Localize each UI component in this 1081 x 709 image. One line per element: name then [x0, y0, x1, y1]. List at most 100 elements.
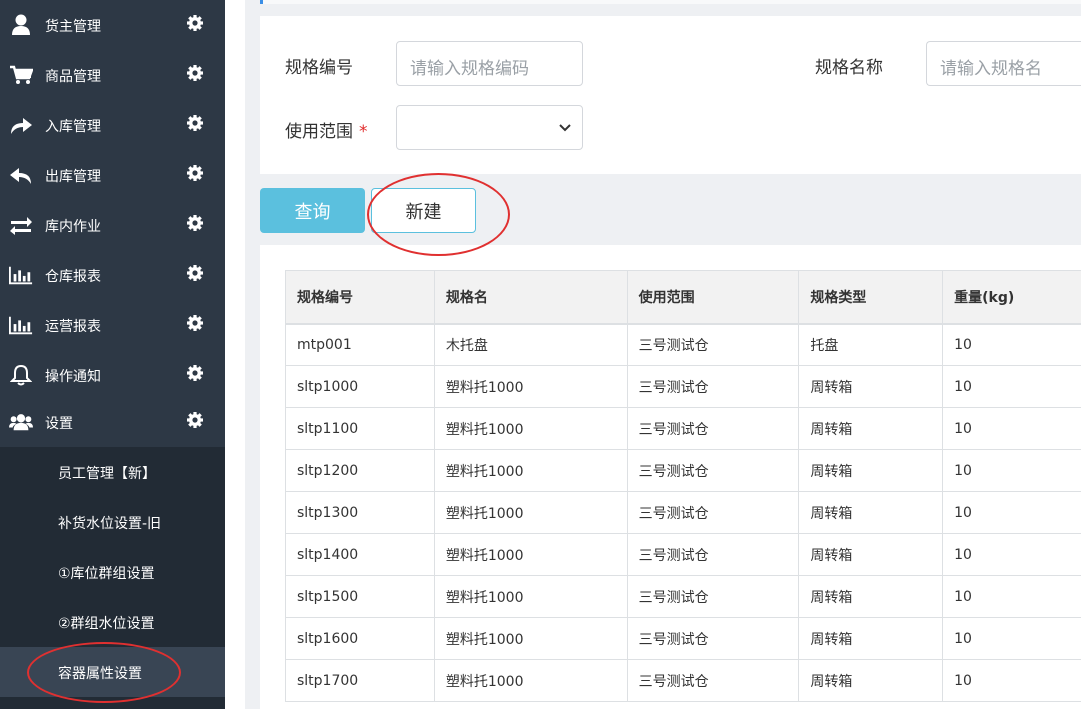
spec-name-input[interactable]: 请输入规格名: [926, 41, 1081, 86]
table-cell: 三号测试仓: [626, 491, 800, 534]
spec-code-label: 规格编号: [285, 58, 353, 78]
submenu-item-label: 员工管理【新】: [58, 466, 156, 482]
column-header[interactable]: 规格名: [433, 270, 628, 325]
search-form-panel: [260, 16, 1081, 174]
table-cell: 塑料托1000: [433, 533, 628, 576]
table-cell: 三号测试仓: [626, 365, 800, 408]
table-cell: 10: [942, 617, 1081, 660]
gear-icon[interactable]: [186, 214, 204, 232]
table-cell: 10: [942, 407, 1081, 450]
table-cell: 三号测试仓: [626, 659, 800, 702]
table-cell: sltp1100: [285, 407, 435, 450]
table-row[interactable]: sltp1700 塑料托1000 三号测试仓 周转箱 10: [285, 659, 1081, 702]
spec-table: 规格编号 规格名 使用范围 规格类型 重量(kg) mtp001 木托盘 三号测试仓…: [285, 270, 1081, 702]
gear-icon[interactable]: [186, 364, 204, 382]
scope-label-text: 使用范围: [285, 122, 353, 142]
table-cell: 10: [942, 449, 1081, 492]
sidebar-item-label: 运营报表: [45, 319, 101, 335]
table-row[interactable]: sltp1200 塑料托1000 三号测试仓 周转箱 10: [285, 449, 1081, 492]
table-cell: 周转箱: [798, 617, 944, 660]
sidebar-item-label: 货主管理: [45, 19, 101, 35]
table-cell: 10: [942, 323, 1081, 366]
cart-icon: [9, 63, 33, 87]
sidebar-item-label: 入库管理: [45, 119, 101, 135]
gear-icon[interactable]: [186, 314, 204, 332]
table-cell: sltp1200: [285, 449, 435, 492]
table-cell: 周转箱: [798, 407, 944, 450]
top-bar: [260, 0, 1081, 4]
submenu-item-replenish-old[interactable]: 补货水位设置-旧: [0, 497, 225, 547]
submenu-item-label: 补货水位设置-旧: [58, 516, 162, 532]
table-cell: sltp1600: [285, 617, 435, 660]
table-cell: 三号测试仓: [626, 449, 800, 492]
submenu-item-location-group[interactable]: ①库位群组设置: [0, 547, 225, 597]
gear-icon[interactable]: [186, 64, 204, 82]
scope-select[interactable]: [396, 105, 583, 150]
column-header[interactable]: 规格编号: [285, 270, 435, 325]
table-cell: 三号测试仓: [626, 407, 800, 450]
gear-icon[interactable]: [186, 14, 204, 32]
sidebar-item-notifications[interactable]: 操作通知: [0, 350, 225, 400]
spec-code-input[interactable]: 请输入规格编码: [396, 41, 583, 86]
table-row[interactable]: mtp001 木托盘 三号测试仓 托盘 10: [285, 323, 1081, 366]
table-cell: 10: [942, 533, 1081, 576]
table-cell: sltp1000: [285, 365, 435, 408]
share-arrow-icon: [9, 113, 33, 137]
table-row[interactable]: sltp1400 塑料托1000 三号测试仓 周转箱 10: [285, 533, 1081, 576]
query-button[interactable]: 查询: [260, 188, 365, 233]
sidebar-item-label: 仓库报表: [45, 269, 101, 285]
reply-arrow-icon: [9, 163, 33, 187]
gear-icon[interactable]: [186, 114, 204, 132]
table-cell: sltp1300: [285, 491, 435, 534]
table-cell: 10: [942, 491, 1081, 534]
sidebar-item-warehouse-ops[interactable]: 库内作业: [0, 200, 225, 250]
submenu-item-label: 容器属性设置: [58, 666, 142, 682]
table-cell: 10: [942, 575, 1081, 618]
table-row[interactable]: sltp1500 塑料托1000 三号测试仓 周转箱 10: [285, 575, 1081, 618]
sidebar-item-operations-report[interactable]: 运营报表: [0, 300, 225, 350]
sidebar-item-label: 操作通知: [45, 369, 101, 385]
sidebar-item-label: 库内作业: [45, 219, 101, 235]
table-cell: 周转箱: [798, 659, 944, 702]
submenu-item-label: ①库位群组设置: [58, 566, 155, 582]
table-cell: sltp1500: [285, 575, 435, 618]
table-cell: 塑料托1000: [433, 491, 628, 534]
table-cell: 塑料托1000: [433, 407, 628, 450]
sidebar-item-settings[interactable]: 设置: [0, 397, 225, 447]
sidebar-item-outbound[interactable]: 出库管理: [0, 150, 225, 200]
sidebar-item-warehouse-report[interactable]: 仓库报表: [0, 250, 225, 300]
table-cell: 周转箱: [798, 365, 944, 408]
table-cell: 周转箱: [798, 449, 944, 492]
submenu-item-staff[interactable]: 员工管理【新】: [0, 447, 225, 497]
gear-icon[interactable]: [186, 164, 204, 182]
column-header[interactable]: 规格类型: [798, 270, 944, 325]
table-cell: sltp1400: [285, 533, 435, 576]
table-cell: 三号测试仓: [626, 533, 800, 576]
new-button[interactable]: 新建: [371, 188, 476, 233]
sidebar-item-label: 设置: [45, 416, 73, 432]
table-cell: 塑料托1000: [433, 659, 628, 702]
table-row[interactable]: sltp1100 塑料托1000 三号测试仓 周转箱 10: [285, 407, 1081, 450]
column-header[interactable]: 重量(kg): [942, 270, 1081, 325]
exchange-icon: [9, 213, 33, 237]
gear-icon[interactable]: [186, 411, 204, 429]
table-row[interactable]: sltp1000 塑料托1000 三号测试仓 周转箱 10: [285, 365, 1081, 408]
required-asterisk: *: [359, 122, 368, 142]
table-row[interactable]: sltp1300 塑料托1000 三号测试仓 周转箱 10: [285, 491, 1081, 534]
sidebar-item-shipper[interactable]: 货主管理: [0, 0, 225, 50]
gear-icon[interactable]: [186, 264, 204, 282]
table-cell: sltp1700: [285, 659, 435, 702]
column-header[interactable]: 使用范围: [626, 270, 800, 325]
table-cell: 塑料托1000: [433, 575, 628, 618]
main-left-margin: [225, 0, 245, 709]
table-cell: 三号测试仓: [626, 617, 800, 660]
sidebar-item-goods[interactable]: 商品管理: [0, 50, 225, 100]
sidebar-item-inbound[interactable]: 入库管理: [0, 100, 225, 150]
table-cell: 木托盘: [433, 323, 628, 366]
table-header-row: 规格编号 规格名 使用范围 规格类型 重量(kg): [285, 270, 1081, 325]
sidebar-item-label: 商品管理: [45, 69, 101, 85]
submenu-item-group-water-level[interactable]: ②群组水位设置: [0, 597, 225, 647]
table-cell: 塑料托1000: [433, 449, 628, 492]
table-row[interactable]: sltp1600 塑料托1000 三号测试仓 周转箱 10: [285, 617, 1081, 660]
submenu-item-container-attributes[interactable]: 容器属性设置: [0, 647, 225, 697]
